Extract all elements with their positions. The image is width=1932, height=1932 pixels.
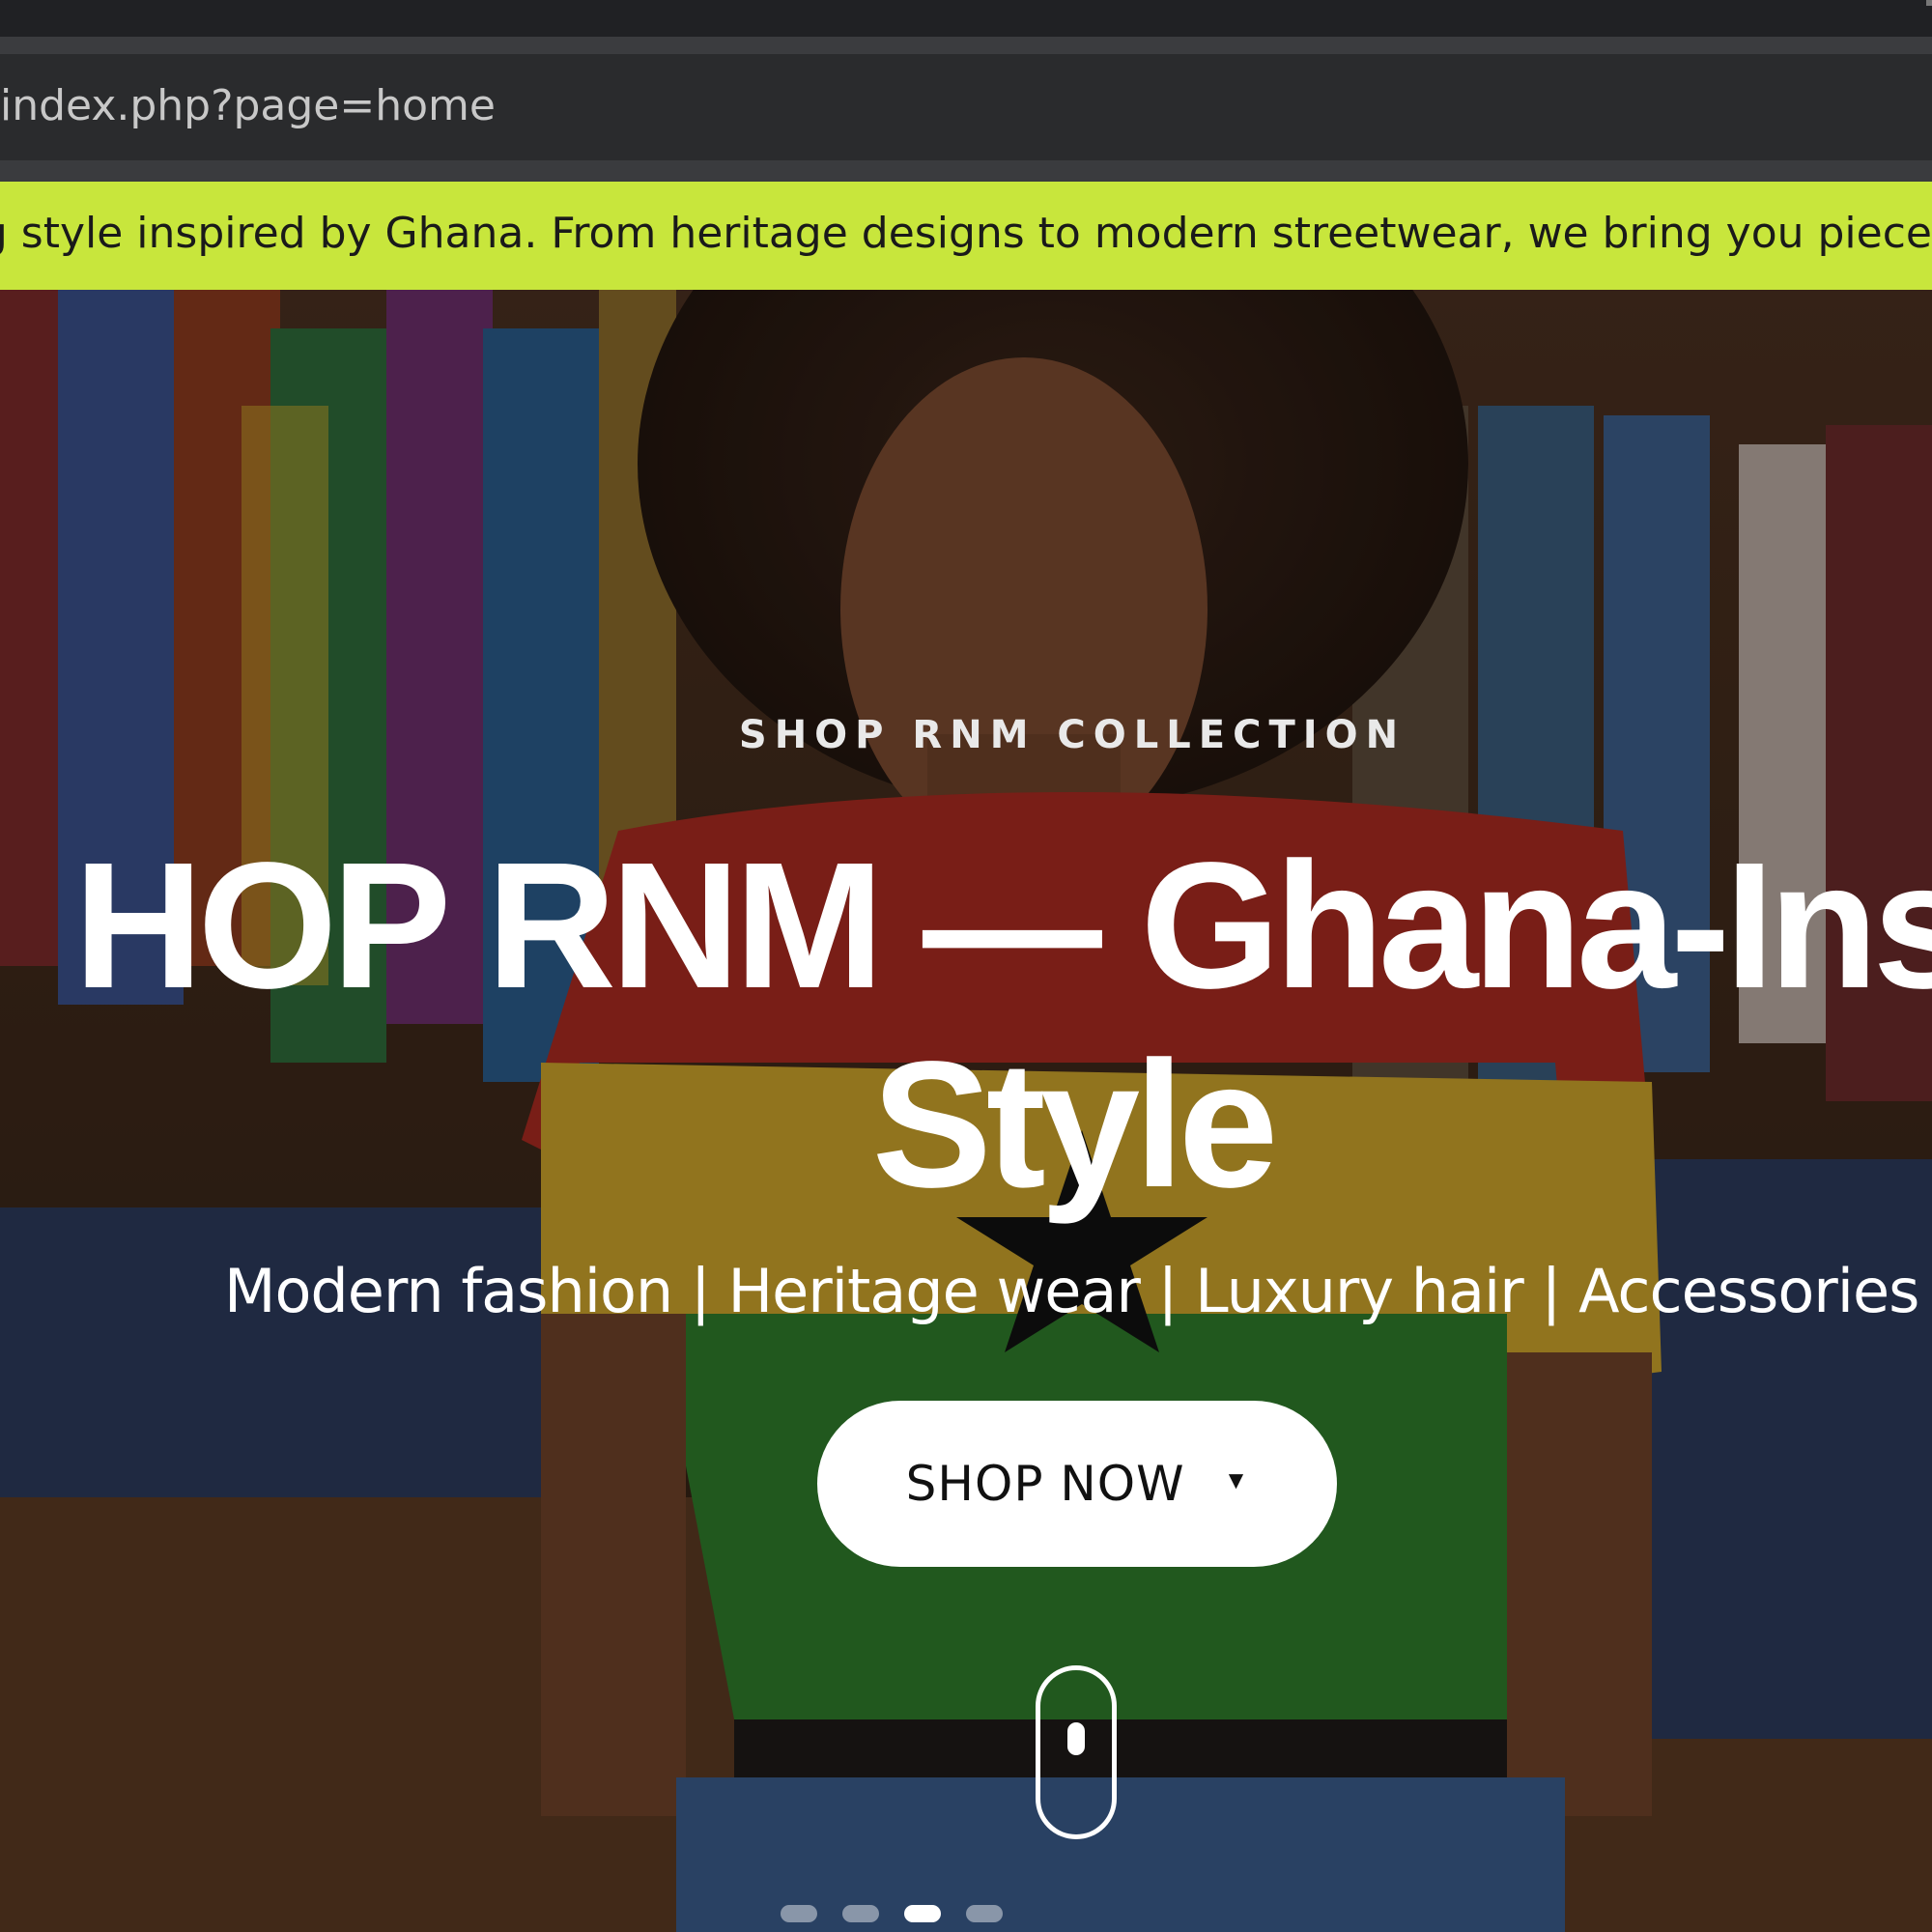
hero-banner: SHOP RNM COLLECTION HOP RNM — Ghana-Insp… — [0, 290, 1932, 1932]
scroll-wheel-dot — [1067, 1722, 1085, 1755]
shop-now-label: SHOP NOW — [905, 1456, 1185, 1512]
slider-dot-3[interactable] — [904, 1905, 941, 1922]
ticker-text: ng style inspired by Ghana. From heritag… — [0, 209, 1932, 258]
browser-tab-strip — [0, 37, 1932, 54]
slider-dot-4[interactable] — [966, 1905, 1003, 1922]
scroll-mouse-icon[interactable] — [1036, 1665, 1117, 1839]
slider-dot-1[interactable] — [781, 1905, 817, 1922]
slider-dot-2[interactable] — [842, 1905, 879, 1922]
caret-down-icon: ▼ — [1223, 1464, 1249, 1494]
hero-headline-line1: HOP RNM — Ghana-Insp — [73, 826, 1932, 1026]
hero-subline: Modern fashion | Heritage wear | Luxury … — [224, 1256, 1919, 1326]
shop-now-button[interactable]: SHOP NOW ▼ — [817, 1401, 1337, 1567]
browser-top-bar — [0, 0, 1932, 37]
address-bar-url[interactable]: index.php?page=home — [0, 81, 496, 130]
hero-eyebrow: SHOP RNM COLLECTION — [738, 713, 1406, 757]
hero-headline-line2: Style — [871, 1025, 1279, 1225]
hero-headline: HOP RNM — Ghana-Insp Style — [0, 827, 1932, 1225]
browser-toolbar-divider — [0, 160, 1932, 182]
window-corner — [1926, 0, 1932, 6]
announcement-ticker: ng style inspired by Ghana. From heritag… — [0, 182, 1932, 290]
